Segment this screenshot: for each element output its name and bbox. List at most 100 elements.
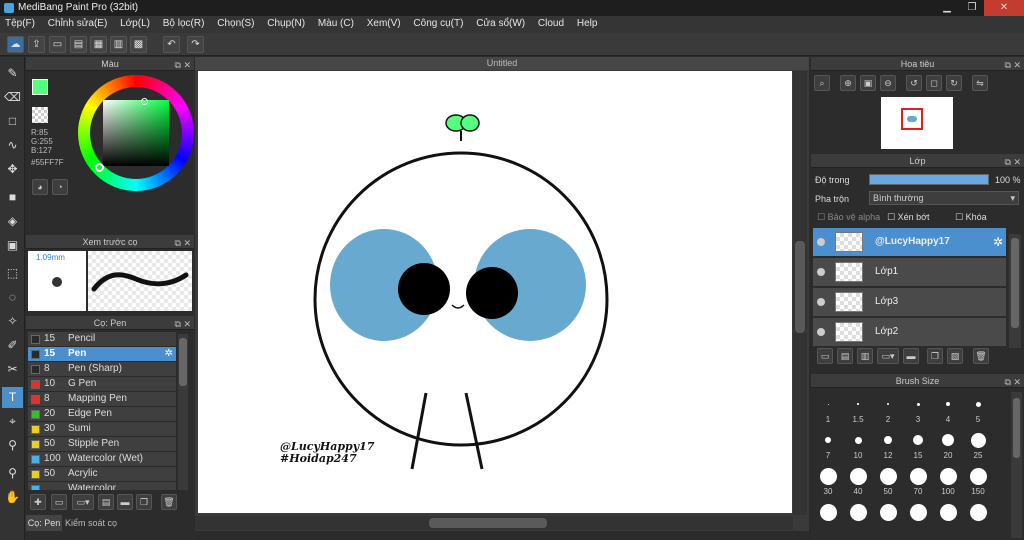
zoom-tool-icon[interactable]: ⚲ bbox=[2, 463, 23, 484]
select-eraser-tool-icon[interactable]: ✂ bbox=[2, 359, 23, 380]
brush-size-option[interactable]: 40 bbox=[843, 466, 873, 496]
document-icon[interactable]: ▦ bbox=[90, 36, 107, 53]
add-brush-icon[interactable]: ✚ bbox=[30, 494, 46, 510]
zoom-out-icon[interactable]: ⊖ bbox=[880, 75, 896, 91]
brush-size-option[interactable]: 12 bbox=[873, 430, 903, 460]
cloud-icon[interactable]: ☁ bbox=[7, 36, 24, 53]
text-tool-icon[interactable]: T bbox=[2, 387, 23, 408]
rotate-right-icon[interactable]: ↻ bbox=[946, 75, 962, 91]
brush-tool-icon[interactable]: ✎ bbox=[2, 63, 23, 84]
protect-alpha-checkbox[interactable]: ☐ Bảo vệ alpha bbox=[817, 212, 880, 223]
brush-size-option[interactable]: 15 bbox=[903, 430, 933, 460]
menu-tools[interactable]: Công cụ(T) bbox=[408, 16, 468, 31]
panel-popout-icon[interactable]: ⧉ ✕ bbox=[175, 236, 191, 250]
color-history-icon[interactable]: ◔ bbox=[52, 179, 68, 195]
brush-size-scrollbar[interactable] bbox=[1011, 392, 1022, 538]
menu-view[interactable]: Xem(V) bbox=[362, 16, 406, 31]
brush-menu-icon[interactable]: ▭▾ bbox=[72, 494, 94, 510]
redo-icon[interactable]: ↷ bbox=[187, 36, 204, 53]
gradient-tool-icon[interactable]: ▣ bbox=[2, 235, 23, 256]
select-tool-icon[interactable]: ⬚ bbox=[2, 263, 23, 284]
hue-picker-handle[interactable] bbox=[95, 163, 104, 172]
operation-tool-icon[interactable]: ⌖ bbox=[2, 411, 23, 432]
menu-layer[interactable]: Lớp(L) bbox=[115, 16, 155, 31]
brush-size-option[interactable]: 7 bbox=[813, 430, 843, 460]
visibility-icon[interactable] bbox=[817, 268, 825, 276]
document-tab[interactable]: Untitled bbox=[195, 57, 809, 70]
menu-file[interactable]: Tệp(F) bbox=[0, 16, 40, 31]
delete-layer-icon[interactable]: 🗑 bbox=[973, 348, 989, 364]
brush-size-option[interactable]: 70 bbox=[903, 466, 933, 496]
minimize-button[interactable]: ▁ bbox=[935, 0, 959, 16]
brush-size-option[interactable]: 2 bbox=[873, 394, 903, 424]
new-8bit-layer-icon[interactable]: ▥ bbox=[857, 348, 873, 364]
brush-size-option[interactable]: 20 bbox=[933, 430, 963, 460]
menu-cloud[interactable]: Cloud bbox=[533, 16, 569, 31]
brush-size-option[interactable]: 4 bbox=[933, 394, 963, 424]
new-layer-icon[interactable]: ▭ bbox=[817, 348, 833, 364]
select-pen-tool-icon[interactable]: ✐ bbox=[2, 335, 23, 356]
menu-help[interactable]: Help bbox=[572, 16, 603, 31]
brush-item[interactable]: 10 G Pen bbox=[28, 377, 176, 392]
menu-filter[interactable]: Bộ lọc(R) bbox=[158, 16, 210, 31]
flip-horizontal-icon[interactable]: ⇋ bbox=[972, 75, 988, 91]
brush-item[interactable]: 100 Watercolor (Wet) bbox=[28, 452, 176, 467]
lock-checkbox[interactable]: ☐ Khóa bbox=[955, 212, 987, 223]
brush-size-option[interactable] bbox=[933, 502, 963, 532]
brush-size-option[interactable]: 5 bbox=[963, 394, 993, 424]
menu-edit[interactable]: Chỉnh sửa(E) bbox=[43, 16, 113, 31]
drawing-canvas[interactable]: @LucyHappy17 #Hoidap247 bbox=[198, 71, 792, 513]
zoom-fit-icon[interactable]: ⌕ bbox=[814, 75, 830, 91]
brush-item[interactable]: Watercolor bbox=[28, 482, 176, 490]
brush-delete-icon[interactable]: 🗑 bbox=[161, 494, 177, 510]
brush-size-option[interactable] bbox=[873, 502, 903, 532]
merge-layer-icon[interactable]: ▧ bbox=[947, 348, 963, 364]
duplicate-layer-icon[interactable]: ❐ bbox=[927, 348, 943, 364]
layer-add-menu-icon[interactable]: ▭▾ bbox=[877, 348, 899, 364]
page-icon[interactable]: ▤ bbox=[70, 36, 87, 53]
clipping-checkbox[interactable]: ☐ Xén bớt bbox=[887, 212, 930, 223]
gear-icon[interactable]: ✲ bbox=[993, 235, 1003, 249]
brush-size-option[interactable]: 50 bbox=[873, 466, 903, 496]
transparent-color-swatch[interactable] bbox=[32, 107, 48, 123]
comment-icon[interactable]: ▭ bbox=[49, 36, 66, 53]
canvas-horizontal-scrollbar[interactable] bbox=[195, 516, 793, 530]
brush-duplicate-icon[interactable]: ❐ bbox=[136, 494, 152, 510]
magic-wand-tool-icon[interactable]: ✧ bbox=[2, 311, 23, 332]
visibility-icon[interactable] bbox=[817, 298, 825, 306]
panel-popout-icon[interactable]: ⧉ ✕ bbox=[175, 58, 191, 72]
gear-icon[interactable]: ✲ bbox=[165, 348, 173, 359]
brush-item[interactable]: 50 Stipple Pen bbox=[28, 437, 176, 452]
menu-select[interactable]: Chọn(S) bbox=[212, 16, 259, 31]
layer-list-scrollbar[interactable] bbox=[1009, 234, 1021, 348]
menu-color[interactable]: Màu (C) bbox=[313, 16, 359, 31]
tab-brush[interactable]: Cọ: Pen bbox=[26, 515, 62, 531]
brush-size-option[interactable]: 25 bbox=[963, 430, 993, 460]
layer-row[interactable]: @LucyHappy17 ✲ bbox=[813, 228, 1006, 257]
brush-size-option[interactable]: 10 bbox=[843, 430, 873, 460]
zoom-actual-icon[interactable]: ▣ bbox=[860, 75, 876, 91]
layer-row[interactable]: Lớp3 bbox=[813, 288, 1006, 317]
brush-size-option[interactable]: 30 bbox=[813, 466, 843, 496]
layer-row[interactable]: Lớp1 bbox=[813, 258, 1006, 287]
canvas-vertical-scrollbar[interactable] bbox=[793, 71, 807, 515]
brush-size-option[interactable]: 3 bbox=[903, 394, 933, 424]
visibility-icon[interactable] bbox=[817, 238, 825, 246]
fill-shape-tool-icon[interactable]: ■ bbox=[2, 187, 23, 208]
undo-icon[interactable]: ↶ bbox=[163, 36, 180, 53]
tab-brush-control[interactable]: Kiểm soát cọ bbox=[64, 515, 118, 531]
eraser-tool-icon[interactable]: ⌫ bbox=[2, 87, 23, 108]
palette-icon[interactable]: ◕ bbox=[32, 179, 48, 195]
brush-size-option[interactable] bbox=[963, 502, 993, 532]
menu-window[interactable]: Cửa sổ(W) bbox=[471, 16, 530, 31]
eyedropper-tool-icon[interactable]: ⚲ bbox=[2, 435, 23, 456]
panel-popout-icon[interactable]: ⧉ ✕ bbox=[1005, 375, 1021, 389]
rotate-left-icon[interactable]: ↺ bbox=[906, 75, 922, 91]
brush-size-option[interactable]: 150 bbox=[963, 466, 993, 496]
close-button[interactable]: ✕ bbox=[984, 0, 1024, 16]
curve-tool-icon[interactable]: ∿ bbox=[2, 135, 23, 156]
brush-size-option[interactable]: 1 bbox=[813, 394, 843, 424]
brush-folder-icon[interactable]: ▬ bbox=[117, 494, 133, 510]
zoom-in-icon[interactable]: ⊕ bbox=[840, 75, 856, 91]
brush-size-option[interactable] bbox=[903, 502, 933, 532]
